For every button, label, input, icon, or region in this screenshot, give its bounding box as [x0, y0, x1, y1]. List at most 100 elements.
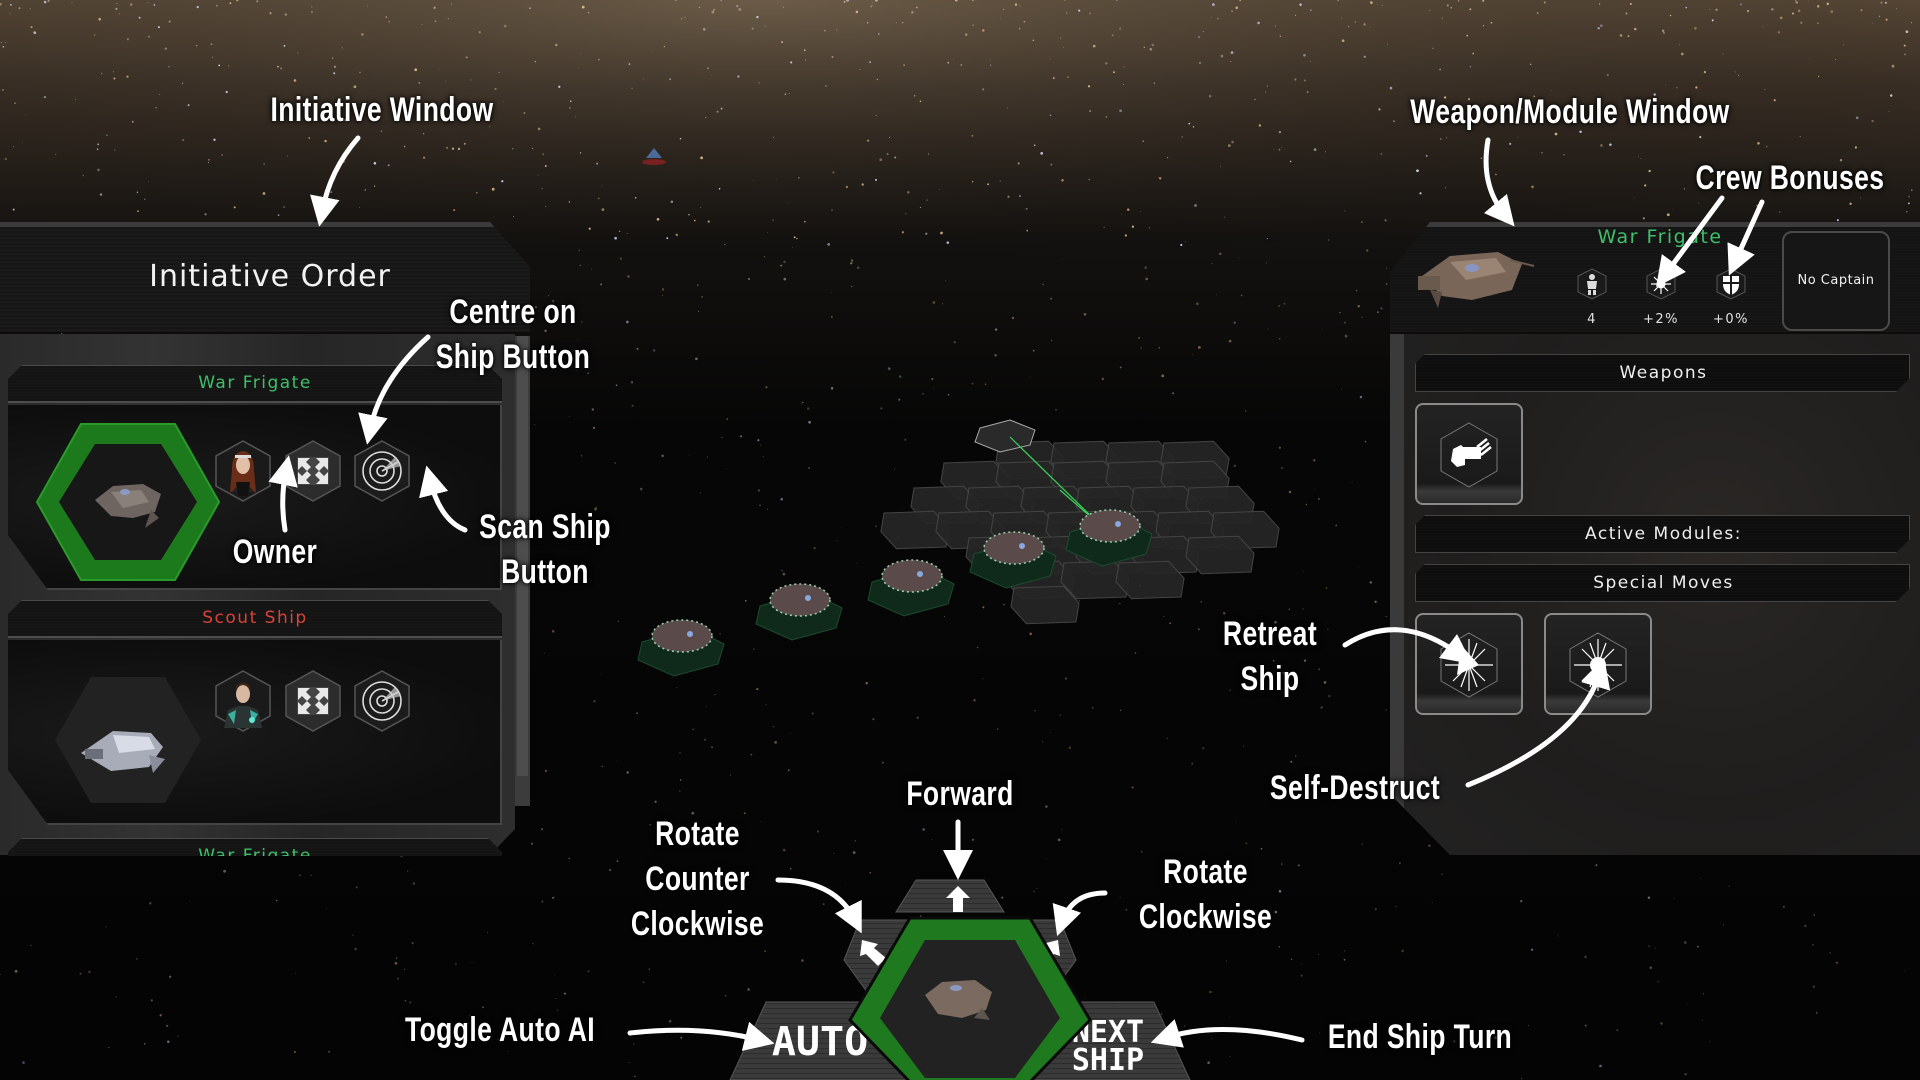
scan-ship-button[interactable]: [353, 670, 411, 732]
star: [1699, 136, 1702, 139]
star: [895, 22, 897, 24]
forward-button[interactable]: [895, 879, 1005, 913]
star: [816, 830, 820, 833]
selected-ship-hex[interactable]: [33, 420, 223, 585]
star: [1344, 210, 1346, 212]
star: [287, 155, 288, 157]
owner-portrait-button[interactable]: [214, 440, 272, 502]
star: [82, 174, 84, 177]
grid-hex[interactable]: [1185, 535, 1255, 575]
star: [1278, 446, 1281, 449]
star: [669, 78, 671, 81]
star: [1908, 202, 1910, 205]
star: [813, 546, 816, 550]
retreat-ship-button[interactable]: [1415, 613, 1523, 715]
captain-slot[interactable]: No Captain: [1782, 231, 1890, 331]
star: [1220, 54, 1224, 58]
star: [712, 8, 716, 12]
owner-portrait-button[interactable]: [214, 670, 272, 732]
centre-on-ship-button[interactable]: [284, 670, 342, 732]
star: [1616, 1029, 1618, 1031]
star: [0, 42, 2, 44]
star: [207, 158, 210, 161]
star: [823, 29, 826, 32]
star: [1380, 307, 1383, 310]
star: [588, 227, 591, 230]
star: [149, 902, 152, 905]
star: [680, 18, 683, 20]
star: [1625, 12, 1628, 15]
star: [688, 454, 690, 456]
star: [831, 55, 834, 58]
star: [911, 11, 914, 14]
star: [866, 21, 869, 24]
star: [1335, 524, 1338, 527]
star: [332, 57, 334, 59]
star: [580, 454, 583, 457]
star: [1598, 3, 1601, 5]
star: [1812, 944, 1814, 946]
star: [759, 444, 762, 446]
star: [960, 64, 963, 66]
initiative-card-scout-ship[interactable]: Scout Ship: [8, 600, 502, 826]
star: [1119, 109, 1122, 113]
annotation-centre-line2: Ship Button: [435, 338, 591, 376]
star: [1739, 3, 1742, 6]
star: [1305, 503, 1308, 506]
star: [1756, 204, 1758, 207]
star: [277, 214, 280, 216]
star: [881, 761, 884, 764]
star: [55, 153, 57, 155]
star: [1648, 945, 1650, 947]
star: [491, 187, 495, 191]
star: [61, 332, 63, 334]
star: [1660, 1022, 1663, 1025]
star: [670, 200, 674, 204]
star: [150, 999, 153, 1002]
scan-ship-button[interactable]: [353, 440, 411, 502]
star: [1003, 603, 1005, 606]
self-destruct-button[interactable]: [1544, 613, 1652, 715]
star: [1181, 136, 1183, 138]
centre-on-ship-button[interactable]: [284, 440, 342, 502]
star: [575, 115, 577, 117]
star: [523, 112, 526, 114]
initiative-card-war-frigate-2[interactable]: War Frigate: [8, 838, 502, 856]
star: [1200, 600, 1203, 603]
ship-hex[interactable]: [53, 675, 203, 805]
star: [699, 492, 702, 494]
star: [736, 4, 739, 8]
star: [1647, 896, 1651, 899]
star: [1302, 608, 1304, 610]
star: [668, 1019, 672, 1023]
star: [1215, 294, 1217, 296]
star: [1457, 0, 1460, 2]
star: [106, 134, 108, 136]
star: [404, 999, 407, 1002]
star: [98, 17, 101, 21]
star: [1446, 4, 1449, 7]
star: [1067, 76, 1070, 79]
annotation-forward: Forward: [906, 775, 1014, 813]
gatling-gun-icon: [1440, 422, 1498, 488]
star: [544, 165, 547, 167]
star: [283, 44, 286, 47]
star: [1003, 8, 1005, 10]
star: [354, 947, 357, 951]
star: [784, 93, 787, 95]
star: [316, 12, 318, 14]
grid-hex[interactable]: [1010, 585, 1080, 625]
star: [631, 404, 634, 407]
star: [1225, 960, 1227, 962]
star: [650, 50, 652, 52]
star: [763, 256, 765, 258]
star: [1119, 709, 1122, 712]
selected-ship-portrait[interactable]: [1410, 238, 1540, 318]
star: [1265, 91, 1267, 93]
weapon-slot-gatling[interactable]: [1415, 403, 1523, 505]
grid-hex[interactable]: [1115, 560, 1185, 600]
star: [1306, 91, 1309, 94]
star: [1151, 43, 1155, 47]
star: [1804, 924, 1807, 928]
annotation-rotate-cw-line2: Clockwise: [1138, 898, 1273, 936]
